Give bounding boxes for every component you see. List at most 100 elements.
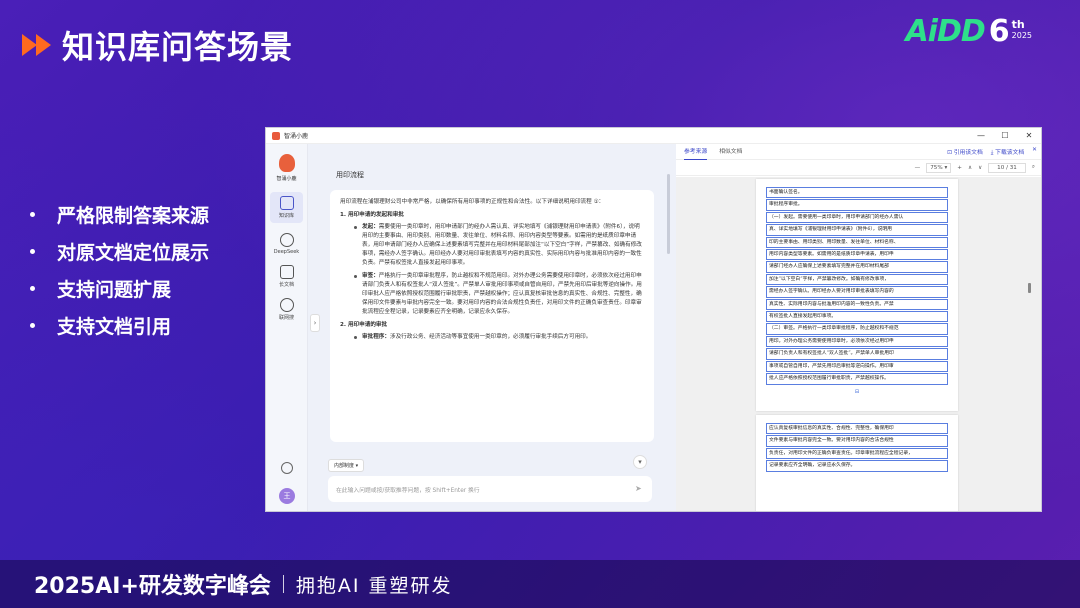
logo-main: AiDD <box>905 14 985 49</box>
tab-references[interactable]: 参考来源 <box>684 144 708 160</box>
footer-divider <box>282 575 284 593</box>
highlighted-text-line: （一）发起。需要使用一类印章时，用印申请部门的经办人需认 <box>766 211 948 224</box>
cite-document-button[interactable]: ⊡ 引用该文档 <box>947 147 983 157</box>
close-doc-button[interactable]: ✕ <box>1032 147 1037 157</box>
deer-logo-icon <box>278 154 295 172</box>
window-title: 智涌小鹿 <box>284 133 309 140</box>
chat-input[interactable]: 在此输入问题或按/获取推荐问题，按 Shift+Enter 换行 ➤ <box>328 476 652 502</box>
bullet-icon <box>354 336 357 339</box>
search-icon[interactable]: ⌕ <box>1032 164 1035 171</box>
highlighted-text-line: 印的主要事由、用印类别、用印数量、发往单位、材料名称、 <box>766 236 948 249</box>
nav-label: 知识库 <box>278 213 294 219</box>
send-icon[interactable]: ➤ <box>635 484 644 493</box>
chat-scrollbar[interactable] <box>667 174 670 254</box>
list-item: 审批程序：涉及行政公务、经济活动等事宜使用一类印章的，必须履行审批手续后方可用印… <box>354 333 644 342</box>
document-pane: 参考来源 相似文档 ⊡ 引用该文档 ⤓ 下载该文档 ✕ — 75% ▾ + ∧ … <box>676 144 1041 511</box>
app-window: 智涌小鹿 — ☐ ✕ 智涌小鹿 知识库 DeepSeek 长文档 联网搜 王 用… <box>265 127 1042 512</box>
collapse-panel-button[interactable]: › <box>310 314 320 332</box>
zoom-in-button[interactable]: + <box>957 165 962 171</box>
highlighted-text-line: 有权签批人直接发起用印事项。 <box>766 311 948 323</box>
highlighted-text-line: （二）审签。严格执行一类印章审批程序，防止越权和不规范 <box>766 323 948 335</box>
aidd-logo: AiDD 6 th 2025 <box>905 14 1032 49</box>
brand-name: 智涌小鹿 <box>276 176 297 182</box>
web-search-icon <box>279 298 294 312</box>
highlighted-text-line: 应认真复核审批信息的真实性、合规性、完整性，确保用印 <box>766 423 948 435</box>
tab-similar-docs[interactable]: 相似文档 <box>719 144 742 160</box>
pdf-page: 书面确认签名。 审批程序审批。 （一）发起。需要使用一类印章时，用印申请部门的经办人… <box>756 179 958 411</box>
zoom-out-button[interactable]: — <box>915 165 921 171</box>
bullet-icon <box>30 323 35 328</box>
highlighted-text-line: 文件要素与审批内容完全一致。要对用印内容的合法合规性 <box>766 435 948 447</box>
bullet-icon <box>30 249 35 254</box>
bullet-icon <box>30 286 35 291</box>
settings-icon[interactable] <box>281 462 293 474</box>
feature-item: 支持文档引用 <box>30 307 209 344</box>
footer-slogan: 拥抱AI 重塑研发 <box>295 574 453 597</box>
section-title: 1. 用印申请的发起和审批 <box>340 212 404 218</box>
scroll-down-button[interactable]: ▾ <box>633 455 647 469</box>
item-text: 严格执行一类印章审批程序，防止越权和不规范用印。对外办理公务需要使用印章时，必须… <box>362 273 642 315</box>
chat-panel: 用印流程 用印流程在浦银理财公司中非常严格，以确保所有用印事项的正规性和合法性。… <box>308 144 676 511</box>
viewer-scrollbar[interactable] <box>1028 283 1031 293</box>
list-item: 审签：严格执行一类印章审批程序，防止越权和不规范用印。对外办理公务需要使用印章时… <box>354 272 644 317</box>
feature-item: 对原文档定位展示 <box>30 233 209 270</box>
slide-title: 知识库问答场景 <box>62 28 294 66</box>
knowledge-scope-select[interactable]: 内部制度 ▾ <box>328 459 365 472</box>
footer-bar: 2025AI+研发数字峰会 拥抱AI 重塑研发 <box>0 560 1080 608</box>
doc-toolbar: — 75% ▾ + ∧ ∨ 10 / 31 ⌕ <box>676 160 1041 176</box>
feature-list: 严格限制答案来源 对原文档定位展示 支持问题扩展 支持文档引用 <box>30 196 209 344</box>
close-button[interactable]: ✕ <box>1017 131 1041 140</box>
item-text: 涉及行政公务、经济活动等事宜使用一类印章的，必须履行审批手续后方可用印。 <box>389 334 592 340</box>
nav-item-web-search[interactable]: 联网搜 <box>266 298 307 321</box>
highlighted-text-line: 批人应严格依照授权范围履行审批职责，严禁越权操作。 <box>766 373 948 385</box>
answer-intro: 用印流程在浦银理财公司中非常严格，以确保所有用印事项的正规性和合法性。以下详细说… <box>340 199 605 205</box>
left-nav: 智涌小鹿 知识库 DeepSeek 长文档 联网搜 王 <box>266 144 308 511</box>
highlighted-text-line: 负责任，对用印文件的正确负审查责任。印章审批流程应全程记录， <box>766 447 948 460</box>
feature-item: 支持问题扩展 <box>30 270 209 307</box>
double-arrow-icon <box>22 34 51 56</box>
bullet-icon <box>354 275 357 278</box>
pdf-page: 应认真复核审批信息的真实性、合规性、完整性，确保用印 文件要素与审批内容完全一致。… <box>756 415 958 511</box>
highlighted-text-line: 书面确认签名。 <box>766 187 948 199</box>
app-logo-icon <box>272 131 280 140</box>
logo-number: 6 <box>988 14 1010 49</box>
nav-item-knowledge-base[interactable]: 知识库 <box>270 192 303 223</box>
page-indicator[interactable]: 10 / 31 <box>988 162 1026 173</box>
logo-year: 2025 <box>1011 31 1032 40</box>
nav-item-long-doc[interactable]: 长文档 <box>266 265 307 288</box>
highlighted-text-line: 事项或自管自用印，严禁先用印后审批等逆向操作。用印审 <box>766 360 948 373</box>
slide-header: 知识库问答场景 <box>22 22 293 68</box>
highlighted-text-line: 用印。对外办理公务需要使用印章时，必须依次经过用印申 <box>766 335 948 348</box>
item-head: 审签： <box>362 273 379 279</box>
bullet-icon <box>354 226 357 229</box>
list-item: 发起：需要使用一类印章时，用印申请部门的经办人需认真、详实地填写《浦银理财用印申… <box>354 223 644 268</box>
feature-label: 支持文档引用 <box>57 316 172 338</box>
feature-label: 支持问题扩展 <box>57 279 172 301</box>
user-avatar[interactable]: 王 <box>279 488 295 504</box>
whale-icon <box>279 233 294 247</box>
highlighted-text-line: 记录要素应齐全明确，记录应永久保存。 <box>766 460 948 472</box>
highlighted-text-line: 审批程序审批。 <box>766 199 948 211</box>
brand: 智涌小鹿 <box>266 144 307 182</box>
item-head: 发起： <box>362 224 379 230</box>
section-title: 2. 用印申请的审批 <box>340 322 388 328</box>
next-page-button[interactable]: ∨ <box>978 165 982 171</box>
answer-card: 用印流程在浦银理财公司中非常严格，以确保所有用印事项的正规性和合法性。以下详细说… <box>330 190 654 442</box>
highlighted-text-line: 真实性、实际用印内容与批准用印内容的一致性负责。严禁 <box>766 298 948 311</box>
minimize-button[interactable]: — <box>969 131 993 140</box>
maximize-button[interactable]: ☐ <box>993 131 1017 140</box>
chat-input-placeholder: 在此输入问题或按/获取推荐问题，按 Shift+Enter 换行 <box>336 488 480 494</box>
nav-label: 联网搜 <box>278 315 294 321</box>
feature-label: 对原文档定位展示 <box>57 242 210 264</box>
logo-suffix: th <box>1011 18 1025 31</box>
user-question: 用印流程 <box>336 171 364 179</box>
nav-item-deepseek[interactable]: DeepSeek <box>266 233 307 255</box>
pdf-viewer: 书面确认签名。 审批程序审批。 （一）发起。需要使用一类印章时，用印申请部门的经办人… <box>676 177 1041 511</box>
download-document-button[interactable]: ⤓ 下载该文档 <box>991 147 1024 157</box>
prev-page-button[interactable]: ∧ <box>968 165 972 171</box>
highlighted-text-line: 真、详实地填写《浦银理财用印申请表》（附件6），说明用 <box>766 224 948 236</box>
page-marker-icon: ⊟ <box>854 388 860 395</box>
zoom-select[interactable]: 75% ▾ <box>926 162 952 173</box>
item-text: 需要使用一类印章时，用印申请部门的经办人需认真、详实地填写《浦银理财用印申请表》… <box>362 224 642 266</box>
nav-label: DeepSeek <box>273 249 300 255</box>
